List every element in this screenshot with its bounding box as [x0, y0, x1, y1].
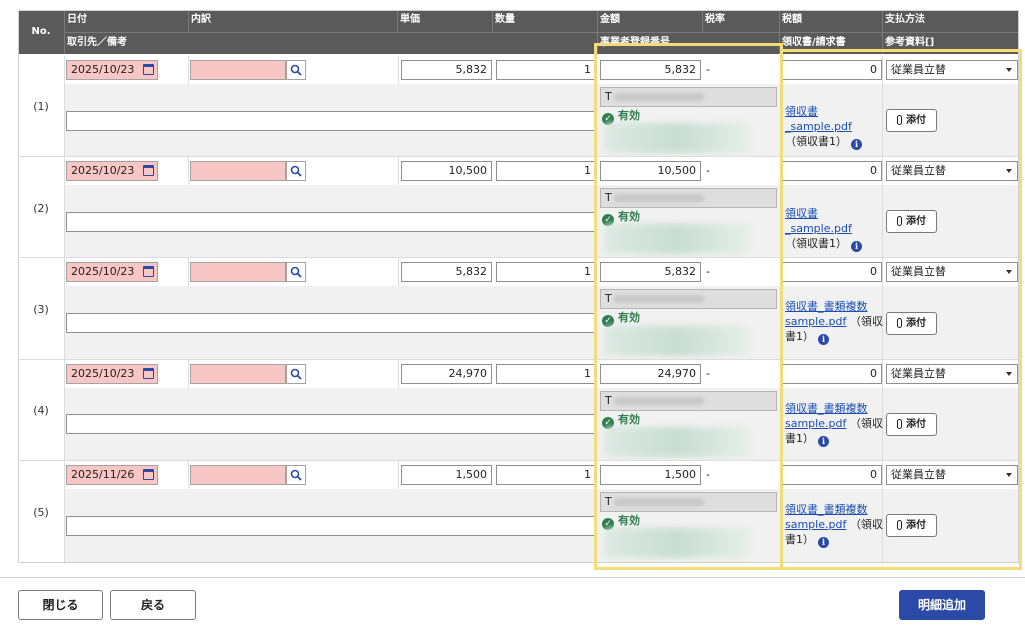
back-button[interactable]: 戻る — [110, 590, 196, 620]
highlight-reg-number-column — [594, 43, 783, 570]
highlight-receipt-column — [780, 49, 1022, 570]
add-detail-button[interactable]: 明細追加 — [899, 590, 985, 620]
close-button[interactable]: 閉じる — [18, 590, 103, 620]
